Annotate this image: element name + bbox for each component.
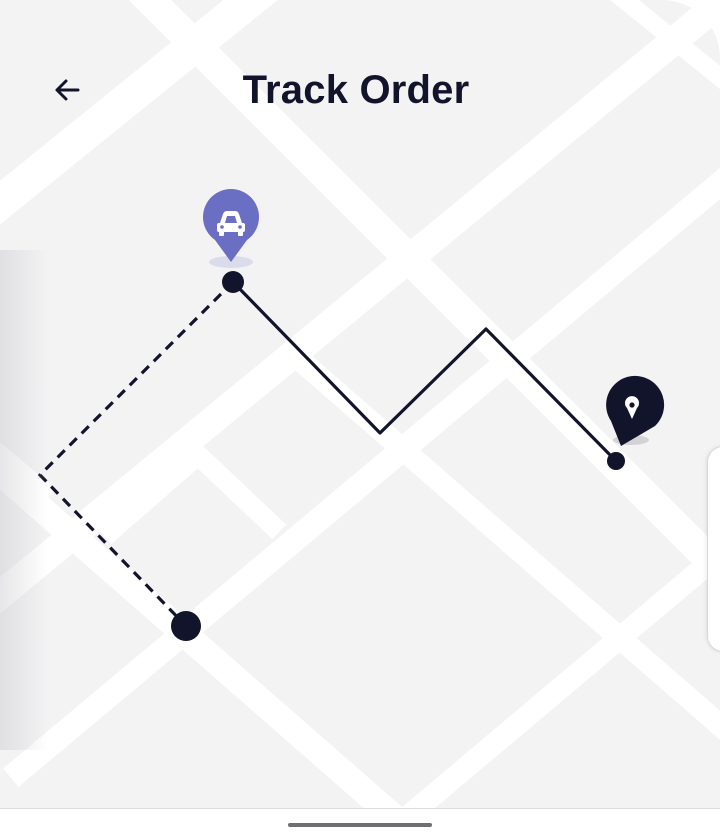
map-edge-shade <box>0 250 48 750</box>
home-indicator[interactable] <box>288 823 432 827</box>
header: Track Order <box>0 55 720 125</box>
driver-location-dot <box>222 271 244 293</box>
track-order-screen: Track Order <box>0 0 720 839</box>
driver-marker[interactable] <box>202 189 259 268</box>
destination-location-dot <box>607 452 625 470</box>
side-panel-handle[interactable] <box>707 446 720 652</box>
arrow-left-icon <box>55 79 80 101</box>
origin-location-dot <box>171 611 201 641</box>
back-button[interactable] <box>44 67 90 113</box>
system-navigation-bar <box>0 808 720 839</box>
destination-marker[interactable] <box>606 375 665 446</box>
location-pin-hole <box>629 402 635 408</box>
page-title: Track Order <box>242 68 470 112</box>
